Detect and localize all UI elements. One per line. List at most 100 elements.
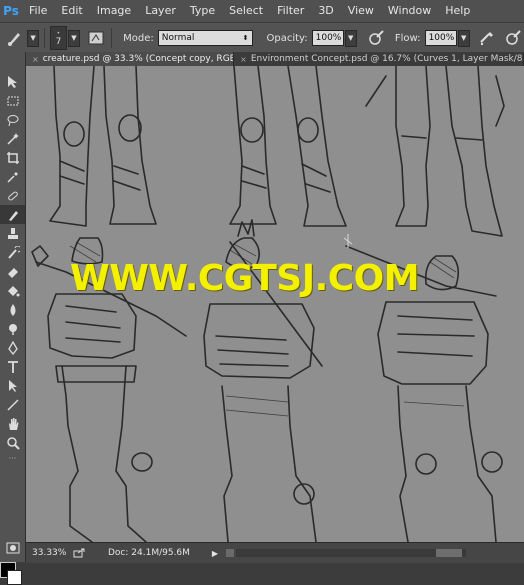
eyedropper-icon xyxy=(6,171,18,183)
more-tools-icon[interactable]: ··· xyxy=(0,452,25,464)
quick-selection-tool[interactable] xyxy=(0,129,25,148)
brush-panel-toggle-icon[interactable] xyxy=(86,27,106,49)
paint-bucket-tool[interactable] xyxy=(0,281,25,300)
blend-mode-select[interactable]: Normal ⬍ xyxy=(157,30,253,46)
brush-size-picker[interactable]: • 7 xyxy=(50,26,67,50)
tab-environment-concept[interactable]: × Environment Concept.psd @ 16.7% (Curve… xyxy=(234,52,524,66)
tools-panel-header xyxy=(0,52,25,72)
menu-layer[interactable]: Layer xyxy=(138,0,183,22)
marquee-tool[interactable] xyxy=(0,91,25,110)
magic-wand-icon xyxy=(6,132,19,145)
quick-mask-icon[interactable] xyxy=(0,538,25,557)
opacity-value: 100% xyxy=(315,33,342,43)
status-bar: 33.33% Doc: 24.1M/95.6M ▶ xyxy=(26,542,524,563)
menu-help[interactable]: Help xyxy=(438,0,477,22)
path-arrow-icon xyxy=(8,379,17,392)
photoshop-logo: Ps xyxy=(3,4,19,18)
mode-label: Mode: xyxy=(123,32,154,44)
blur-tool[interactable] xyxy=(0,300,25,319)
history-brush-icon xyxy=(7,245,20,259)
opacity-slider-dropdown[interactable]: ▼ xyxy=(344,29,357,47)
menu-bar: Ps File Edit Image Layer Type Select Fil… xyxy=(0,0,524,22)
brush-tool[interactable] xyxy=(0,205,25,224)
magnifier-icon xyxy=(6,436,20,450)
eraser-tool[interactable] xyxy=(0,262,25,281)
tools-panel: ··· xyxy=(0,52,26,585)
brush-tool-preset-icon[interactable] xyxy=(3,25,27,51)
tab-title: Environment Concept.psd @ 16.7% (Curves … xyxy=(250,54,524,64)
move-tool[interactable] xyxy=(0,72,25,91)
opacity-input[interactable]: 100% xyxy=(311,30,344,46)
options-bar: ▼ • 7 ▼ Mode: Normal ⬍ Opacity: 100% ▼ F… xyxy=(0,22,524,54)
airbrush-icon[interactable] xyxy=(476,26,498,50)
move-icon xyxy=(7,75,17,88)
menu-filter[interactable]: Filter xyxy=(270,0,311,22)
close-tab-icon[interactable]: × xyxy=(32,55,39,64)
separator xyxy=(44,28,46,48)
history-brush-tool[interactable] xyxy=(0,243,25,262)
crop-tool[interactable] xyxy=(0,148,25,167)
scroll-left-button[interactable] xyxy=(226,549,235,557)
path-selection-tool[interactable] xyxy=(0,376,25,395)
flow-input[interactable]: 100% xyxy=(424,30,457,46)
type-tool[interactable] xyxy=(0,357,25,376)
menu-edit[interactable]: Edit xyxy=(54,0,89,22)
eraser-icon xyxy=(7,267,18,278)
separator xyxy=(111,28,113,48)
crosshair-cursor-icon xyxy=(343,234,353,248)
pen-icon xyxy=(7,340,18,355)
stamp-icon xyxy=(7,227,18,239)
tool-preset-dropdown[interactable]: ▼ xyxy=(26,29,40,47)
watermark-text: WWW.CGTSJ.COM xyxy=(70,258,420,299)
menu-image[interactable]: Image xyxy=(90,0,138,22)
crop-icon xyxy=(6,151,19,164)
blend-mode-value: Normal xyxy=(161,33,195,43)
healing-brush-tool[interactable] xyxy=(0,186,25,205)
zoom-tool[interactable] xyxy=(0,433,25,452)
menu-view[interactable]: View xyxy=(341,0,381,22)
opacity-label: Opacity: xyxy=(266,32,308,44)
close-tab-icon[interactable]: × xyxy=(240,55,247,64)
up-down-arrows-icon: ⬍ xyxy=(242,34,249,42)
brush-picker-dropdown[interactable]: ▼ xyxy=(67,29,80,47)
menu-select[interactable]: Select xyxy=(222,0,270,22)
menu-3d[interactable]: 3D xyxy=(311,0,340,22)
brush-icon xyxy=(8,210,18,221)
eyedropper-tool[interactable] xyxy=(0,167,25,186)
menu-file[interactable]: File xyxy=(22,0,54,22)
pen-tool[interactable] xyxy=(0,338,25,357)
status-menu-arrow-icon[interactable]: ▶ xyxy=(212,549,218,558)
horizontal-scrollbar[interactable] xyxy=(236,549,467,557)
lasso-tool[interactable] xyxy=(0,110,25,129)
hand-icon xyxy=(8,417,18,430)
document-size: Doc: 24.1M/95.6M xyxy=(108,548,190,558)
dodge-tool[interactable] xyxy=(0,319,25,338)
character-sketch-artwork xyxy=(31,66,505,542)
clone-stamp-tool[interactable] xyxy=(0,224,25,243)
scrollbar-thumb[interactable] xyxy=(436,549,463,557)
rectangular-marquee-icon xyxy=(7,96,18,105)
type-t-icon xyxy=(7,360,18,373)
line-tool[interactable] xyxy=(0,395,25,414)
pressure-opacity-icon[interactable] xyxy=(365,26,387,50)
menu-type[interactable]: Type xyxy=(183,0,222,22)
dodge-icon xyxy=(8,323,17,335)
document-tab-bar: × creature.psd @ 33.3% (Concept copy, RG… xyxy=(26,52,524,66)
flow-label: Flow: xyxy=(394,32,421,44)
line-icon xyxy=(6,398,19,411)
tab-title: creature.psd @ 33.3% (Concept copy, RGB/… xyxy=(42,54,235,64)
export-icon[interactable] xyxy=(70,548,88,558)
paint-bucket-icon xyxy=(7,285,19,296)
tab-creature[interactable]: × creature.psd @ 33.3% (Concept copy, RG… xyxy=(26,52,235,66)
hand-tool[interactable] xyxy=(0,414,25,433)
flow-slider-dropdown[interactable]: ▼ xyxy=(457,29,470,47)
menu-window[interactable]: Window xyxy=(381,0,438,22)
lasso-icon xyxy=(7,114,18,126)
bandage-icon xyxy=(7,191,18,200)
water-drop-icon xyxy=(10,303,15,316)
zoom-level[interactable]: 33.33% xyxy=(26,548,70,558)
document-canvas[interactable]: WWW.CGTSJ.COM xyxy=(26,66,524,542)
brush-size-value: 7 xyxy=(55,37,62,47)
background-color-swatch[interactable] xyxy=(7,570,22,585)
pressure-size-icon[interactable] xyxy=(502,26,524,50)
